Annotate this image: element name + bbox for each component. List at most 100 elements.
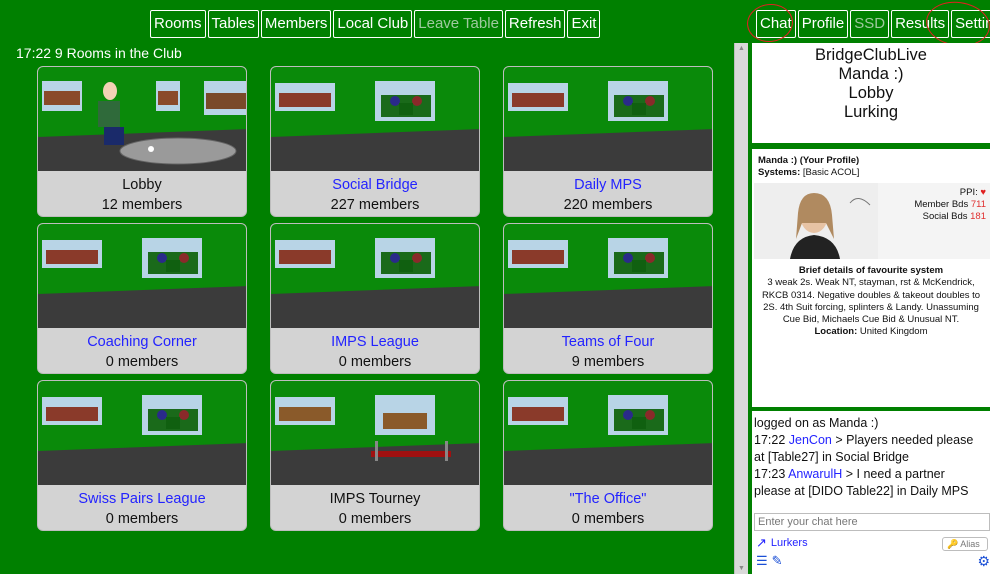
chat-time: 17:23 — [754, 467, 786, 481]
room-card-imps-league[interactable]: IMPS League 0 members — [270, 223, 480, 374]
room-name: Lobby — [122, 177, 162, 193]
room-member-count: 9 members — [571, 354, 645, 370]
systems-label: Systems: — [758, 167, 801, 178]
main-toolbar: Rooms Tables Members Local Club Leave Ta… — [150, 10, 601, 38]
ppi-label: PPI: — [959, 187, 978, 198]
chat-text: > I need a partner please at [DIDO Table… — [754, 467, 969, 498]
social-bds-label: Social Bds — [922, 211, 968, 222]
chat-text: > Players needed please at [Table27] in … — [754, 433, 974, 464]
rooms-panel: 17:22 9 Rooms in the Club Lobby 12 membe… — [10, 43, 744, 574]
room-name: Teams of Four — [561, 334, 655, 350]
app-name: BridgeClubLive — [815, 46, 927, 64]
chat-button[interactable]: Chat — [756, 10, 796, 38]
room-card-daily-mps[interactable]: Daily MPS 220 members — [503, 66, 713, 217]
social-bds-value: 181 — [970, 211, 986, 222]
profile-photo — [754, 183, 878, 259]
results-button[interactable]: Results — [891, 10, 950, 38]
chat-tools: ☰ ✎ — [756, 553, 783, 569]
coaching-corner-room-image — [38, 224, 246, 328]
room-name: Swiss Pairs League — [78, 491, 206, 507]
room-name: Coaching Corner — [87, 334, 197, 350]
room-member-count: 0 members — [105, 354, 179, 370]
imps-tourney-room-image — [271, 381, 479, 485]
room-card-social-bridge[interactable]: Social Bridge 227 members — [270, 66, 480, 217]
profile-stats: PPI: ♥ Member Bds 711 Social Bds 181 — [914, 187, 986, 223]
teams-of-four-room-image — [504, 224, 712, 328]
refresh-button[interactable]: Refresh — [504, 10, 566, 38]
member-bds-label: Member Bds — [914, 199, 969, 210]
room-member-count: 220 members — [563, 197, 653, 213]
key-icon: 🔑 — [947, 539, 959, 549]
room-member-count: 227 members — [330, 197, 420, 213]
social-bridge-room-image — [271, 67, 479, 171]
systems-value: [Basic ACOL] — [802, 167, 860, 178]
room-card-lobby[interactable]: Lobby 12 members — [37, 66, 247, 217]
profile-photo-area: PPI: ♥ Member Bds 711 Social Bds 181 — [754, 183, 990, 259]
room-member-count: 0 members — [338, 511, 412, 527]
exit-button[interactable]: Exit — [567, 10, 601, 38]
app-window: Rooms Tables Members Local Club Leave Ta… — [0, 0, 990, 574]
room-name: Social Bridge — [332, 177, 418, 193]
user-name: Manda :) — [838, 65, 904, 83]
room-name: IMPS Tourney — [329, 491, 421, 507]
share-icon: ↗ — [756, 535, 767, 550]
settings-button[interactable]: Settings — [951, 10, 990, 38]
member-bds-value: 711 — [970, 199, 986, 210]
room-card-teams-of-four[interactable]: Teams of Four 9 members — [503, 223, 713, 374]
scroll-down-icon[interactable]: ▼ — [738, 565, 745, 572]
side-toolbar: Chat Profile SSD Results Settings — [756, 10, 990, 38]
room-name: "The Office" — [569, 491, 647, 507]
local-club-button[interactable]: Local Club — [333, 10, 413, 38]
room-member-count: 0 members — [571, 511, 645, 527]
scroll-up-icon[interactable]: ▲ — [738, 45, 745, 52]
imps-league-room-image — [271, 224, 479, 328]
profile-button[interactable]: Profile — [797, 10, 849, 38]
room-member-count: 0 members — [338, 354, 412, 370]
side-status: BridgeClubLive Manda :) Lobby Lurking — [752, 43, 990, 143]
tables-button[interactable]: Tables — [207, 10, 259, 38]
list-icon[interactable]: ☰ — [756, 553, 768, 569]
side-panel: BridgeClubLive Manda :) Lobby Lurking Ma… — [752, 43, 990, 574]
lurkers-link[interactable]: ↗ Lurkers — [756, 535, 808, 551]
lurkers-label: Lurkers — [770, 537, 808, 549]
gear-icon[interactable]: ⚙ — [977, 553, 990, 570]
chat-message: 17:23 AnwarulH > I need a partner please… — [754, 466, 984, 500]
chat-user-link[interactable]: AnwarulH — [788, 467, 842, 481]
chat-time: 17:22 — [754, 433, 786, 447]
brief-heading: Brief details of favourite system — [798, 265, 944, 276]
daily-mps-room-image — [504, 67, 712, 171]
chat-log: logged on as Manda :) 17:22 JenCon > Pla… — [752, 411, 990, 507]
edit-icon[interactable]: ✎ — [772, 553, 783, 569]
chat-input[interactable]: Enter your chat here — [754, 513, 990, 531]
rooms-scrollbar[interactable]: ▲ ▼ — [734, 43, 748, 574]
brief-text: 3 weak 2s. Weak NT, stayman, rst & McKen… — [761, 277, 981, 326]
rooms-header: 17:22 9 Rooms in the Club — [16, 45, 182, 61]
profile-panel: Manda :) (Your Profile) Systems: [Basic … — [752, 149, 990, 407]
profile-systems: Systems: [Basic ACOL] — [758, 167, 859, 178]
alias-label: Alias — [960, 539, 980, 549]
room-card-coaching-corner[interactable]: Coaching Corner 0 members — [37, 223, 247, 374]
rooms-button[interactable]: Rooms — [150, 10, 206, 38]
room-name: Daily MPS — [574, 177, 642, 193]
location-label: Location: — [814, 326, 858, 338]
user-status: Lurking — [843, 103, 899, 121]
members-button[interactable]: Members — [260, 10, 332, 38]
heart-icon: ♥ — [980, 187, 986, 198]
chat-message: 17:22 JenCon > Players needed please at … — [754, 432, 984, 466]
room-name: IMPS League — [331, 334, 419, 350]
swiss-pairs-league-room-image — [38, 381, 246, 485]
lobby-room-image — [38, 67, 246, 171]
the-office-room-image — [504, 381, 712, 485]
room-card-the-office[interactable]: "The Office" 0 members — [503, 380, 713, 531]
room-member-count: 0 members — [105, 511, 179, 527]
room-member-count: 12 members — [101, 197, 183, 213]
profile-title: Manda :) (Your Profile) — [758, 155, 860, 166]
room-card-imps-tourney[interactable]: IMPS Tourney 0 members — [270, 380, 480, 531]
chat-footer: ↗ Lurkers 🔑 Alias ☰ ✎ ⚙ — [752, 533, 990, 574]
alias-button[interactable]: 🔑 Alias — [942, 537, 988, 551]
chat-user-link[interactable]: JenCon — [789, 433, 832, 447]
room-card-swiss-pairs-league[interactable]: Swiss Pairs League 0 members — [37, 380, 247, 531]
location-value: United Kingdom — [859, 326, 928, 338]
leave-table-button: Leave Table — [414, 10, 503, 38]
ssd-button: SSD — [850, 10, 890, 38]
